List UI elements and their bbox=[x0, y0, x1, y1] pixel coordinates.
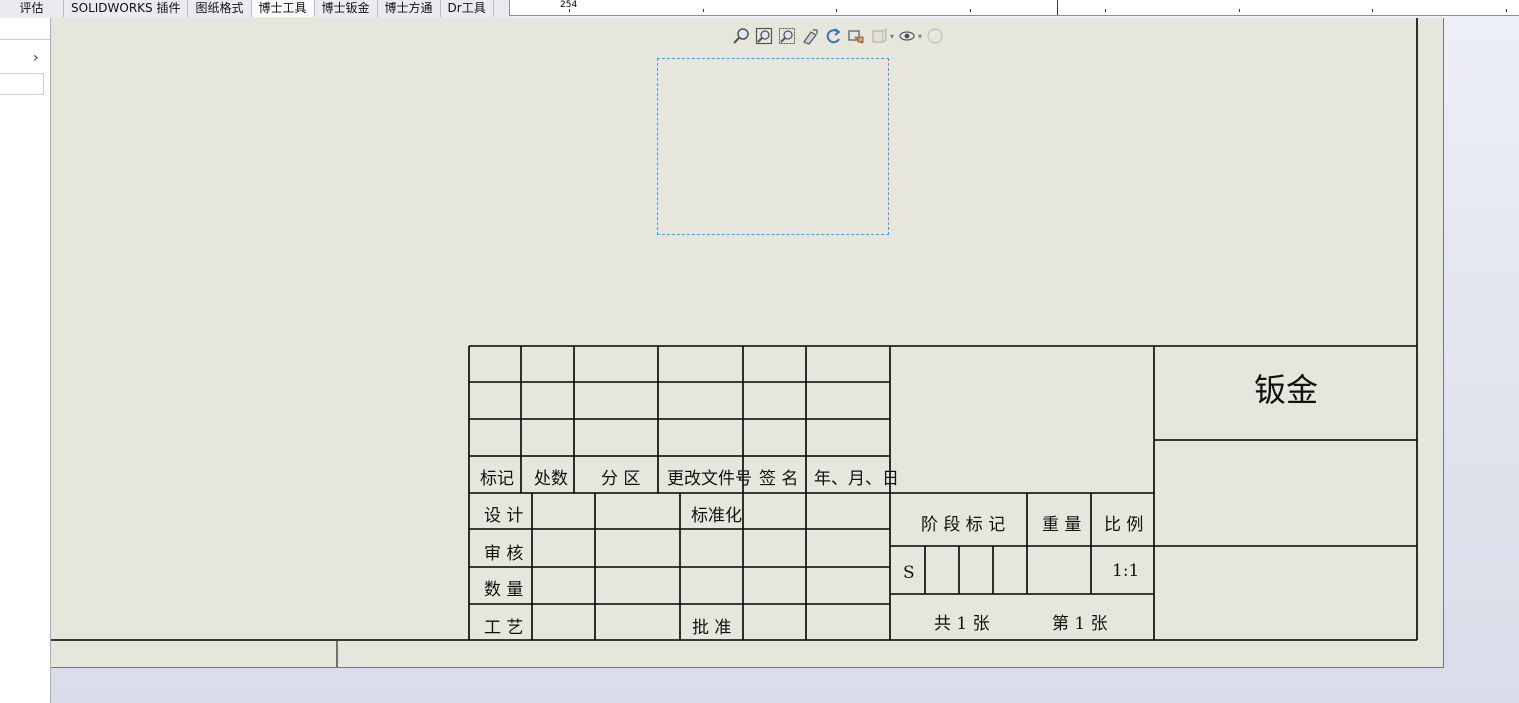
label-approve: 批 准 bbox=[692, 618, 732, 638]
label-design: 设 计 bbox=[484, 506, 524, 526]
label-scale: 比 例 bbox=[1104, 515, 1144, 535]
header-signature: 签 名 bbox=[759, 469, 799, 489]
label-review: 审 核 bbox=[484, 544, 524, 564]
label-standardize: 标准化 bbox=[691, 506, 742, 526]
label-weight: 重 量 bbox=[1042, 515, 1082, 535]
material-title: 钣金 bbox=[1254, 371, 1319, 409]
stage-value: S bbox=[903, 563, 915, 583]
header-zone: 分 区 bbox=[601, 469, 641, 489]
label-process: 工 艺 bbox=[484, 618, 524, 638]
header-count: 处数 bbox=[534, 469, 568, 489]
header-date: 年、月、日 bbox=[814, 469, 899, 489]
scale-value: 1:1 bbox=[1112, 561, 1140, 581]
header-mark: 标记 bbox=[480, 469, 514, 489]
label-stage-mark: 阶 段 标 记 bbox=[921, 515, 1006, 535]
label-quantity: 数 量 bbox=[484, 580, 524, 600]
sheet-number: 第 1 张 bbox=[1052, 614, 1108, 634]
header-change-doc: 更改文件号 bbox=[667, 469, 752, 489]
title-block-lines bbox=[51, 18, 1418, 667]
sheets-total: 共 1 张 bbox=[934, 614, 990, 634]
